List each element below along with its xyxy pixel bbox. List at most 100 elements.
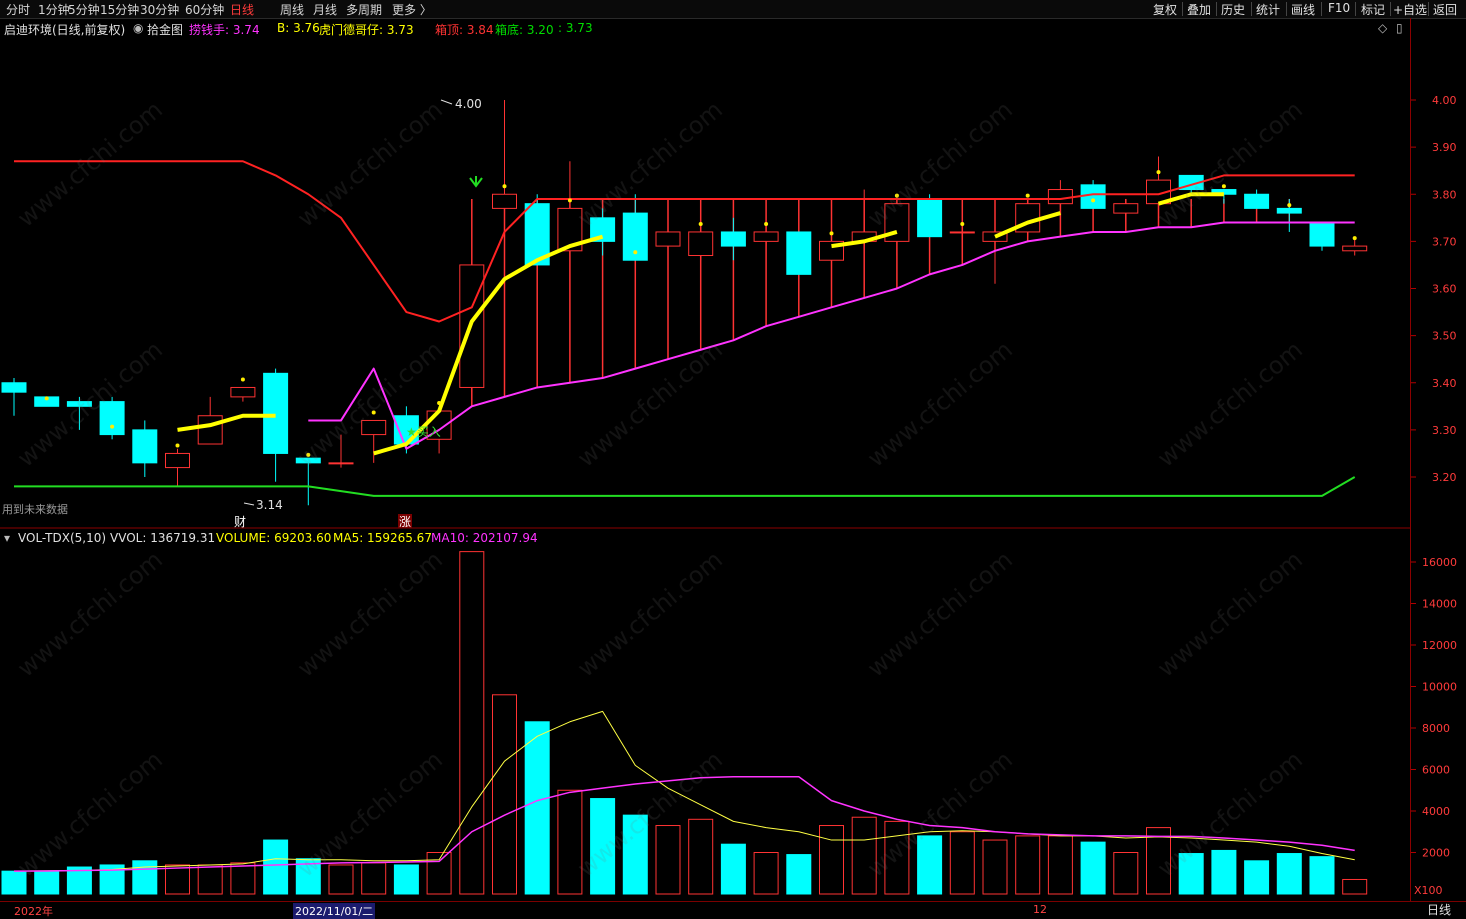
vol-tick-label: 6000	[1422, 764, 1450, 777]
tab-60min[interactable]: 60分钟	[185, 1, 224, 18]
volume-bar	[426, 852, 452, 895]
candle	[197, 415, 223, 445]
f10-button[interactable]: F10	[1328, 1, 1350, 15]
tab-more[interactable]: 更多 〉	[392, 1, 432, 18]
volume-bar	[622, 814, 648, 895]
candle	[165, 452, 190, 469]
toolbar-divider	[1355, 2, 1356, 16]
hmd-value: 虎门德哥仔: 3.73	[319, 23, 414, 37]
period-label[interactable]: 日线	[1412, 901, 1466, 917]
price-tick-label: 3.40	[1432, 377, 1457, 390]
volume-value: VOLUME: 69203.60	[216, 531, 332, 545]
candle	[688, 231, 714, 257]
volume-bar	[1113, 852, 1139, 895]
volume-bar	[917, 835, 943, 895]
add-watchlist-button[interactable]: +自选	[1393, 1, 1427, 18]
low-price-label: 3.14	[256, 498, 283, 512]
signal-dot	[371, 410, 376, 415]
tab-monthly[interactable]: 月线	[313, 1, 337, 18]
candle	[328, 462, 354, 465]
candle	[655, 231, 681, 247]
toolbar-divider	[1428, 2, 1429, 16]
down-arrow-icon	[469, 176, 483, 188]
toolbar-divider	[1251, 2, 1252, 16]
signal-dot	[1287, 203, 1292, 208]
volume-bar	[655, 825, 681, 895]
candle	[295, 457, 321, 464]
toolbar-divider	[1216, 2, 1217, 16]
overlay-button[interactable]: 叠加	[1187, 1, 1211, 18]
finance-marker: 财	[234, 515, 246, 529]
fuquan-button[interactable]: 复权	[1153, 1, 1177, 18]
volume-bar	[884, 820, 910, 895]
signal-dot	[567, 198, 572, 203]
candle	[1276, 207, 1302, 214]
signal-dot	[1352, 236, 1357, 241]
diamond-icon[interactable]: ◇	[1378, 21, 1387, 35]
tab-15min[interactable]: 15分钟	[100, 1, 139, 18]
volume-bar	[1244, 860, 1270, 895]
price-tick-label: 3.90	[1432, 141, 1457, 154]
volume-bar	[1276, 853, 1302, 895]
volume-bar	[1178, 853, 1204, 895]
limit-up-marker: 涨	[399, 514, 411, 529]
volume-bar	[524, 721, 550, 895]
volume-bar	[949, 831, 975, 895]
tab-weekly[interactable]: 周线	[280, 1, 304, 18]
kline-chart[interactable]: 4.00 3.90 3.80 3.70 3.60 3.50 3.40 3.30 3.20 1600…	[0, 0, 1466, 917]
b-value: B: 3.76	[277, 21, 320, 35]
signal-dot	[175, 443, 180, 448]
volume-bar	[557, 789, 583, 895]
tab-daily[interactable]: 日线	[230, 1, 254, 18]
buy-signal-label: ★买入	[406, 425, 441, 439]
vol-ma5-value: MA5: 159265.67	[333, 531, 432, 545]
axis-divider	[1410, 18, 1411, 908]
signal-dot	[44, 396, 49, 401]
toolbar-divider	[1390, 2, 1391, 16]
price-tick-label: 3.20	[1432, 471, 1457, 484]
volume-bar	[1080, 841, 1106, 895]
price-tick-label: 3.60	[1432, 283, 1457, 296]
toolbar-divider	[1182, 2, 1183, 16]
vol-indicator-name[interactable]: VOL-TDX(5,10)	[18, 531, 106, 545]
stock-title[interactable]: 启迪环境(日线,前复权)	[4, 21, 125, 38]
settings-dot-icon[interactable]: ◉	[133, 21, 143, 35]
candle	[1113, 203, 1139, 214]
signal-dot	[110, 424, 115, 429]
panel-toggle-icon[interactable]: ▯	[1396, 21, 1403, 35]
mark-button[interactable]: 标记	[1361, 1, 1385, 18]
month-label: 12	[1033, 903, 1047, 916]
tab-1min[interactable]: 1分钟	[38, 1, 70, 18]
volume-bar	[688, 818, 714, 895]
history-button[interactable]: 历史	[1221, 1, 1245, 18]
volume-bar	[492, 694, 517, 895]
volume-bar	[1015, 835, 1041, 895]
signal-dot	[437, 401, 442, 406]
date-axis: 2022年 2022/11/01/二 12	[0, 901, 1466, 919]
candle	[1080, 184, 1106, 209]
period-toolbar: 分时 1分钟 5分钟 15分钟 30分钟 60分钟 日线 周线 月线 多周期 更…	[0, 0, 1466, 19]
volume-bar	[753, 852, 779, 895]
price-tick-label: 4.00	[1432, 94, 1457, 107]
volume-bar	[230, 862, 256, 895]
candle	[230, 386, 256, 398]
tab-5min[interactable]: 5分钟	[68, 1, 100, 18]
price-tick-label: 3.70	[1432, 235, 1457, 248]
candle	[132, 429, 158, 464]
draw-line-button[interactable]: 画线	[1291, 1, 1315, 18]
candle	[786, 231, 812, 275]
volume-bar	[1309, 856, 1335, 895]
vol-tick-label: 10000	[1422, 681, 1457, 694]
price-tick-label: 3.80	[1432, 188, 1457, 201]
indicator-name[interactable]: 拾金图	[147, 21, 183, 38]
volume-bar	[393, 864, 419, 895]
volume-bar	[459, 551, 485, 895]
b-line	[177, 413, 276, 432]
stats-button[interactable]: 统计	[1256, 1, 1280, 18]
tab-30min[interactable]: 30分钟	[140, 1, 179, 18]
tab-fenshi[interactable]: 分时	[6, 1, 30, 18]
collapse-icon[interactable]: ▾	[4, 531, 10, 545]
tab-multi-period[interactable]: 多周期	[346, 1, 382, 18]
candle	[917, 198, 943, 238]
back-button[interactable]: 返回	[1433, 1, 1457, 18]
